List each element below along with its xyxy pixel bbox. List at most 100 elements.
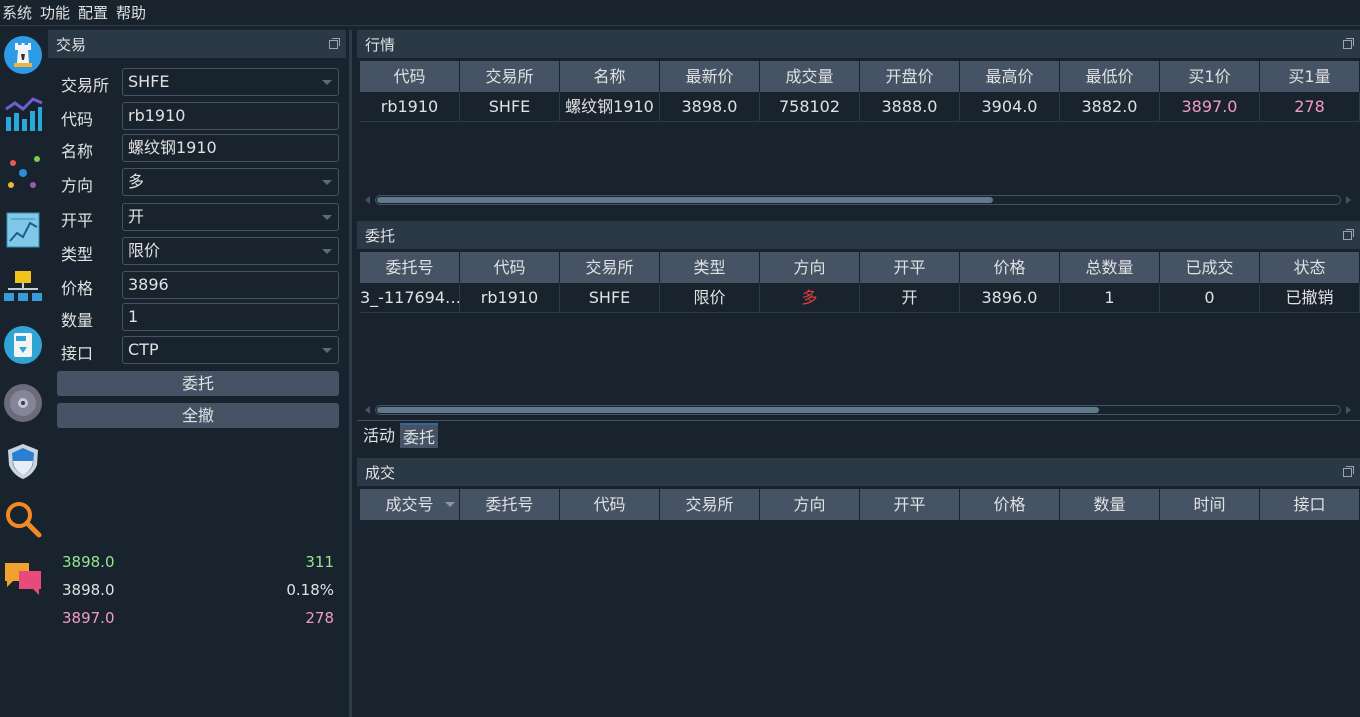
volume-input[interactable]: 1 — [122, 303, 339, 331]
backtest-chart-icon[interactable] — [3, 209, 43, 249]
market-horizontal-scrollbar[interactable] — [365, 194, 1351, 206]
name-row: 名称 螺纹钢1910 — [48, 134, 346, 164]
orders-tab-bar: 活动 委托 — [357, 420, 1360, 450]
chat-bubble-icon[interactable] — [3, 557, 43, 597]
column-header[interactable]: 名称 — [560, 61, 660, 92]
scroll-right-icon[interactable] — [1346, 196, 1351, 204]
table-cell: SHFE — [560, 283, 660, 312]
float-dock-icon[interactable] — [1343, 465, 1354, 477]
left-toolbar — [0, 27, 47, 717]
column-header[interactable]: 价格 — [960, 252, 1060, 283]
column-header[interactable]: 代码 — [460, 252, 560, 283]
tab-all-orders[interactable]: 委托 — [400, 423, 439, 448]
market-table: 代码 交易所 名称 最新价 成交量 开盘价 最高价 最低价 买1价 买1量 rb… — [360, 61, 1360, 122]
column-header[interactable]: 买1价 — [1160, 61, 1260, 92]
column-header[interactable]: 交易所 — [460, 61, 560, 92]
direction-label: 方向 — [61, 176, 94, 195]
column-header[interactable]: 开平 — [860, 252, 960, 283]
cancel-all-button[interactable]: 全撤 — [57, 403, 339, 428]
symbol-input[interactable]: rb1910 — [122, 102, 339, 130]
column-header[interactable]: 委托号 — [460, 489, 560, 520]
bar-chart-icon[interactable] — [3, 93, 43, 133]
float-dock-icon[interactable] — [1343, 37, 1354, 49]
send-order-button[interactable]: 委托 — [57, 371, 339, 396]
table-cell: 0 — [1160, 283, 1260, 312]
table-row[interactable]: rb1910 SHFE 螺纹钢1910 3898.0 758102 3888.0… — [360, 92, 1360, 122]
column-header[interactable]: 交易所 — [560, 252, 660, 283]
name-label: 名称 — [61, 142, 94, 161]
orders-horizontal-scrollbar[interactable] — [365, 404, 1351, 416]
network-graph-icon[interactable] — [3, 151, 43, 191]
price-input[interactable]: 3896 — [122, 271, 339, 299]
table-cell: 已撤销 — [1260, 283, 1360, 312]
menu-system[interactable]: 系统 — [0, 0, 34, 26]
column-header[interactable]: 接口 — [1260, 489, 1360, 520]
chess-rook-icon[interactable] — [3, 35, 43, 75]
bid-volume: 278 — [305, 609, 334, 627]
bid-quote-row: 3897.0 278 — [62, 609, 334, 627]
volume-label: 数量 — [61, 311, 94, 330]
table-cell: 3882.0 — [1060, 92, 1160, 121]
table-row[interactable]: 3_-117694… rb1910 SHFE 限价 多 开 3896.0 1 0… — [360, 283, 1360, 313]
last-quote-row: 3898.0 0.18% — [62, 581, 334, 599]
price-label: 价格 — [61, 279, 94, 298]
table-cell: 螺纹钢1910 — [560, 92, 660, 121]
scroll-thumb[interactable] — [377, 197, 993, 203]
column-header[interactable]: 最新价 — [660, 61, 760, 92]
column-header[interactable]: 代码 — [560, 489, 660, 520]
tab-active-orders[interactable]: 活动 — [360, 423, 398, 448]
order-type-select[interactable]: 限价 — [122, 237, 339, 265]
column-header[interactable]: 最低价 — [1060, 61, 1160, 92]
offset-select[interactable]: 开 — [122, 203, 339, 231]
disc-icon[interactable] — [3, 383, 43, 423]
column-header[interactable]: 类型 — [660, 252, 760, 283]
column-header[interactable]: 最高价 — [960, 61, 1060, 92]
scroll-left-icon[interactable] — [365, 196, 370, 204]
column-header[interactable]: 买1量 — [1260, 61, 1360, 92]
column-header[interactable]: 委托号 — [360, 252, 460, 283]
column-header[interactable]: 数量 — [1060, 489, 1160, 520]
column-header[interactable]: 开盘价 — [860, 61, 960, 92]
column-header[interactable]: 开平 — [860, 489, 960, 520]
data-network-icon[interactable] — [3, 267, 43, 307]
shield-icon[interactable] — [3, 441, 43, 481]
column-header[interactable]: 交易所 — [660, 489, 760, 520]
direction-row: 方向 多 — [48, 168, 346, 198]
dock-splitter[interactable] — [347, 30, 355, 717]
table-cell: 3898.0 — [660, 92, 760, 121]
float-dock-icon[interactable] — [329, 37, 340, 49]
float-dock-icon[interactable] — [1343, 228, 1354, 240]
market-table-header: 代码 交易所 名称 最新价 成交量 开盘价 最高价 最低价 买1价 买1量 — [360, 61, 1360, 92]
market-panel-title-bar: 行情 — [357, 30, 1360, 58]
column-header-label: 成交号 — [385, 495, 434, 514]
name-field: 螺纹钢1910 — [122, 134, 339, 162]
column-header[interactable]: 时间 — [1160, 489, 1260, 520]
scroll-right-icon[interactable] — [1346, 406, 1351, 414]
exchange-select[interactable]: SHFE — [122, 68, 339, 96]
column-header[interactable]: 状态 — [1260, 252, 1360, 283]
column-header[interactable]: 总数量 — [1060, 252, 1160, 283]
magnifier-icon[interactable] — [3, 499, 43, 539]
column-header[interactable]: 方向 — [760, 252, 860, 283]
menu-help[interactable]: 帮助 — [114, 0, 148, 26]
menu-config[interactable]: 配置 — [76, 0, 110, 26]
scroll-thumb[interactable] — [377, 407, 1099, 413]
table-cell: SHFE — [460, 92, 560, 121]
exchange-row: 交易所 SHFE — [48, 68, 346, 98]
csv-download-icon[interactable] — [3, 325, 43, 365]
column-header[interactable]: 成交号 — [360, 489, 460, 520]
gateway-select[interactable]: CTP — [122, 336, 339, 364]
menu-functions[interactable]: 功能 — [38, 0, 72, 26]
column-header[interactable]: 成交量 — [760, 61, 860, 92]
scroll-left-icon[interactable] — [365, 406, 370, 414]
column-header[interactable]: 已成交 — [1160, 252, 1260, 283]
direction-select[interactable]: 多 — [122, 168, 339, 196]
trades-table: 成交号 委托号 代码 交易所 方向 开平 价格 数量 时间 接口 — [360, 489, 1360, 520]
column-header[interactable]: 价格 — [960, 489, 1060, 520]
sort-descending-icon[interactable] — [445, 502, 455, 507]
column-header[interactable]: 代码 — [360, 61, 460, 92]
trading-panel: 交易 交易所 SHFE 代码 rb1910 名称 螺纹钢1910 方向 多 开平… — [48, 30, 346, 717]
offset-row: 开平 开 — [48, 203, 346, 233]
column-header[interactable]: 方向 — [760, 489, 860, 520]
symbol-label: 代码 — [61, 110, 94, 129]
